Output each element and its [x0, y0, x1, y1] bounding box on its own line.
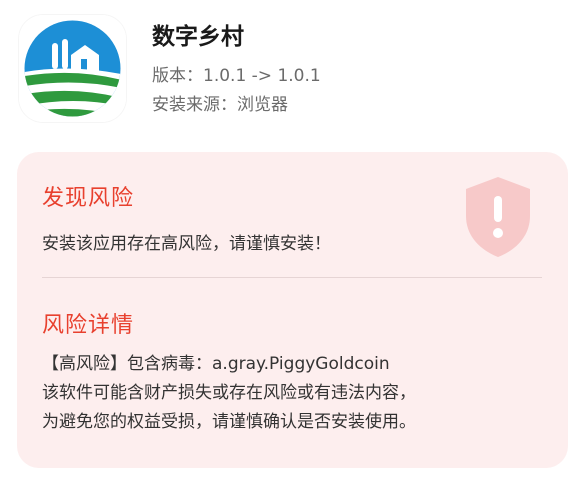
risk-detail-line: 该软件可能含财产损失或存在风险或有违法内容， [42, 383, 416, 403]
divider [42, 277, 542, 278]
risk-found-title: 发现风险 [42, 186, 135, 211]
risk-detail-virus: 【高风险】包含病毒：a.gray.PiggyGoldcoin [42, 354, 390, 374]
risk-warning-card: 发现风险 安装该应用存在高风险，请谨慎安装！ 风险详情 【高风险】包含病毒：a.… [17, 152, 568, 468]
app-name: 数字乡村 [152, 24, 244, 50]
app-info-header: 数字乡村 版本：1.0.1 -> 1.0.1 安装来源：浏览器 [0, 0, 584, 140]
farm-landscape-icon [19, 15, 126, 122]
risk-detail-title: 风险详情 [42, 313, 135, 338]
install-source: 安装来源：浏览器 [152, 95, 288, 115]
risk-found-message: 安装该应用存在高风险，请谨慎安装！ [42, 234, 331, 254]
warning-shield-icon [460, 174, 536, 260]
app-version: 版本：1.0.1 -> 1.0.1 [152, 66, 321, 86]
risk-detail-body: 【高风险】包含病毒：a.gray.PiggyGoldcoin 该软件可能含财产损… [42, 350, 557, 437]
risk-detail-line: 为避免您的权益受损，请谨慎确认是否安装使用。 [42, 412, 416, 432]
